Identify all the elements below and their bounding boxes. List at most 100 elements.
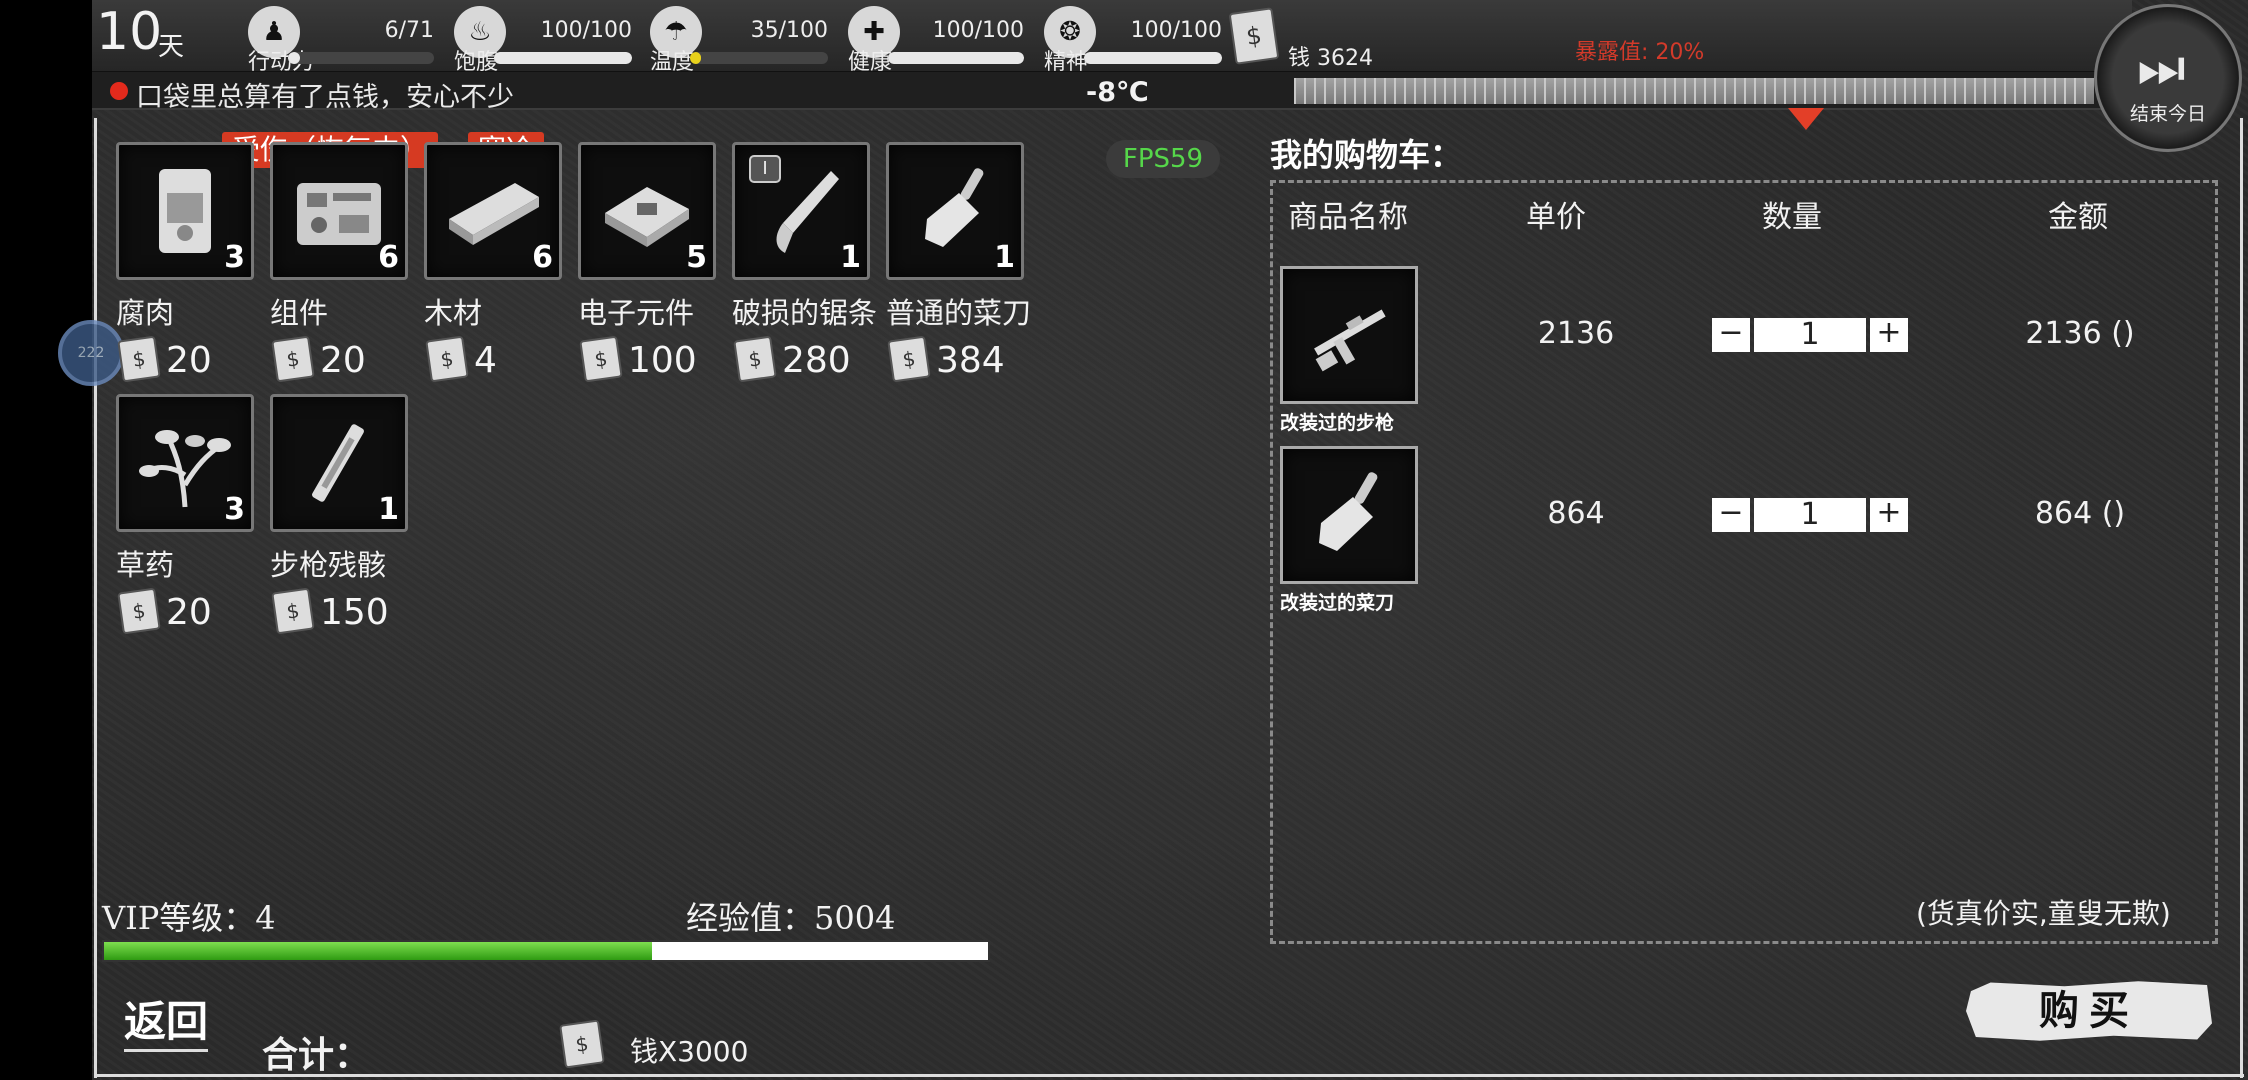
stat-bar	[690, 52, 828, 64]
item-slot[interactable]: 1	[886, 142, 1024, 280]
exp-progress-bar	[102, 940, 990, 962]
inventory-item[interactable]: 6 组件 $20	[270, 142, 424, 383]
item-name: 草药	[116, 548, 175, 582]
money-icon: $	[117, 587, 161, 635]
inventory-item[interactable]: 1 步枪残骸 $150	[270, 394, 424, 635]
item-count: 3	[224, 492, 245, 527]
stat-2: ☂ 温度 35/100	[650, 6, 828, 75]
money-icon: $	[117, 335, 161, 383]
end-day-button[interactable]: ⏭ 结束今日	[2094, 4, 2242, 152]
item-price: $100	[578, 335, 732, 383]
stat-value: 100/100	[932, 18, 1024, 43]
item-slot[interactable]: 5	[578, 142, 716, 280]
cart-item-slot[interactable]	[1280, 266, 1418, 404]
increase-quantity-button[interactable]: +	[1870, 318, 1908, 352]
money-icon: $	[887, 335, 931, 383]
decrease-quantity-button[interactable]: −	[1712, 498, 1750, 532]
inventory-item[interactable]: 3 草药 $20	[116, 394, 270, 635]
stat-bar-fill	[494, 52, 632, 64]
stat-0: ♟ 行动力 6/71	[248, 6, 434, 75]
cleaver-icon	[1301, 467, 1397, 563]
item-price: $384	[886, 335, 1040, 383]
alert-dot-icon	[110, 82, 128, 100]
header-amount: 金额	[2048, 200, 2108, 235]
item-count: 6	[532, 240, 553, 275]
time-ruler	[1294, 78, 2094, 104]
inventory-item[interactable]: 1 普通的菜刀 $384	[886, 142, 1040, 383]
stat-bar-fill	[690, 52, 702, 64]
stat-bar	[888, 52, 1024, 64]
item-name: 普通的菜刀	[886, 296, 1032, 330]
inventory-item[interactable]: 5 电子元件 $100	[578, 142, 732, 383]
inventory-item[interactable]: 3 腐肉 $20	[116, 142, 270, 383]
quantity-input[interactable]: 1	[1754, 318, 1866, 352]
total-money-icon: $	[559, 1019, 605, 1069]
item-price: $280	[732, 335, 886, 383]
exp-progress-fill	[104, 942, 653, 960]
stat-1: ♨ 饱腹 100/100	[454, 6, 632, 75]
item-count: 5	[686, 240, 707, 275]
money-icon: $	[271, 587, 315, 635]
electronics-icon	[599, 163, 695, 259]
stat-bar-fill	[288, 52, 300, 64]
stat-bar-fill	[1084, 52, 1222, 64]
item-slot[interactable]: 6	[270, 142, 408, 280]
cart-item-slot[interactable]	[1280, 446, 1418, 584]
rifle-icon	[1301, 287, 1397, 383]
cart-slogan: (货真价实,童叟无欺)	[1916, 897, 2171, 930]
cart-amount: 2136 ()	[2025, 316, 2135, 351]
panel-frame-bottom	[94, 1074, 2244, 1077]
game-screen: 10 天 ♟ 行动力 6/71 ♨ 饱腹 100/100 ☂ 温度 35/100 ✚ 健康 100/1…	[0, 0, 2248, 1080]
money-icon: $	[271, 335, 315, 383]
decrease-quantity-button[interactable]: −	[1712, 318, 1750, 352]
vip-level: VIP等级：4	[102, 899, 276, 937]
item-slot[interactable]: 3	[116, 394, 254, 532]
item-name: 腐肉	[116, 296, 175, 330]
left-letterbox	[0, 0, 92, 1080]
panel-frame-left	[94, 118, 97, 1078]
item-tier-badge: I	[749, 155, 781, 183]
status-ticker: 口袋里总算有了点钱，安心不少 -8℃	[92, 72, 2132, 130]
temperature-readout: -8℃	[1086, 77, 1149, 108]
item-price: $20	[116, 335, 270, 383]
cart-unit-price: 864	[1547, 496, 1605, 531]
stat-3: ✚ 健康 100/100	[848, 6, 1024, 75]
increase-quantity-button[interactable]: +	[1870, 498, 1908, 532]
wood-plank-icon	[445, 163, 541, 259]
item-count: 1	[840, 240, 861, 275]
herb-icon	[137, 415, 233, 511]
cleaver-icon	[907, 163, 1003, 259]
stat-bar-fill	[888, 52, 1024, 64]
total-value: 钱X3000	[630, 1035, 749, 1068]
time-marker-icon	[1788, 108, 1824, 130]
total-label: 合计：	[262, 1035, 371, 1076]
item-price-value: 20	[320, 340, 366, 381]
cart-item-name: 改装过的步枪	[1280, 412, 1395, 434]
buy-button[interactable]: 购买	[1966, 981, 2212, 1041]
inventory-item[interactable]: I 1 破损的锯条 $280	[732, 142, 886, 383]
item-slot[interactable]: 6	[424, 142, 562, 280]
stat-bar	[288, 52, 434, 64]
fps-counter: FPS59	[1106, 140, 1220, 178]
back-button[interactable]: 返回	[124, 988, 209, 1052]
item-price-value: 280	[782, 340, 851, 381]
item-price: $20	[270, 335, 424, 383]
fast-forward-icon: ⏭	[2137, 36, 2186, 99]
money-icon: $	[1228, 7, 1280, 65]
item-price: $4	[424, 335, 578, 383]
floating-assist-button[interactable]: 222	[58, 320, 124, 386]
item-slot[interactable]: I1	[732, 142, 870, 280]
inventory-item[interactable]: 6 木材 $4	[424, 142, 578, 383]
quantity-input[interactable]: 1	[1754, 498, 1866, 532]
item-slot[interactable]: 1	[270, 394, 408, 532]
item-slot[interactable]: 3	[116, 142, 254, 280]
money-icon: $	[579, 335, 623, 383]
item-name: 木材	[424, 296, 483, 330]
stat-value: 6/71	[384, 18, 434, 43]
stat-value: 100/100	[540, 18, 632, 43]
item-price-value: 20	[166, 592, 212, 633]
item-name: 电子元件	[578, 296, 695, 330]
rifle-wreck-icon	[291, 415, 387, 511]
item-count: 6	[378, 240, 399, 275]
item-name: 步枪残骸	[270, 548, 387, 582]
